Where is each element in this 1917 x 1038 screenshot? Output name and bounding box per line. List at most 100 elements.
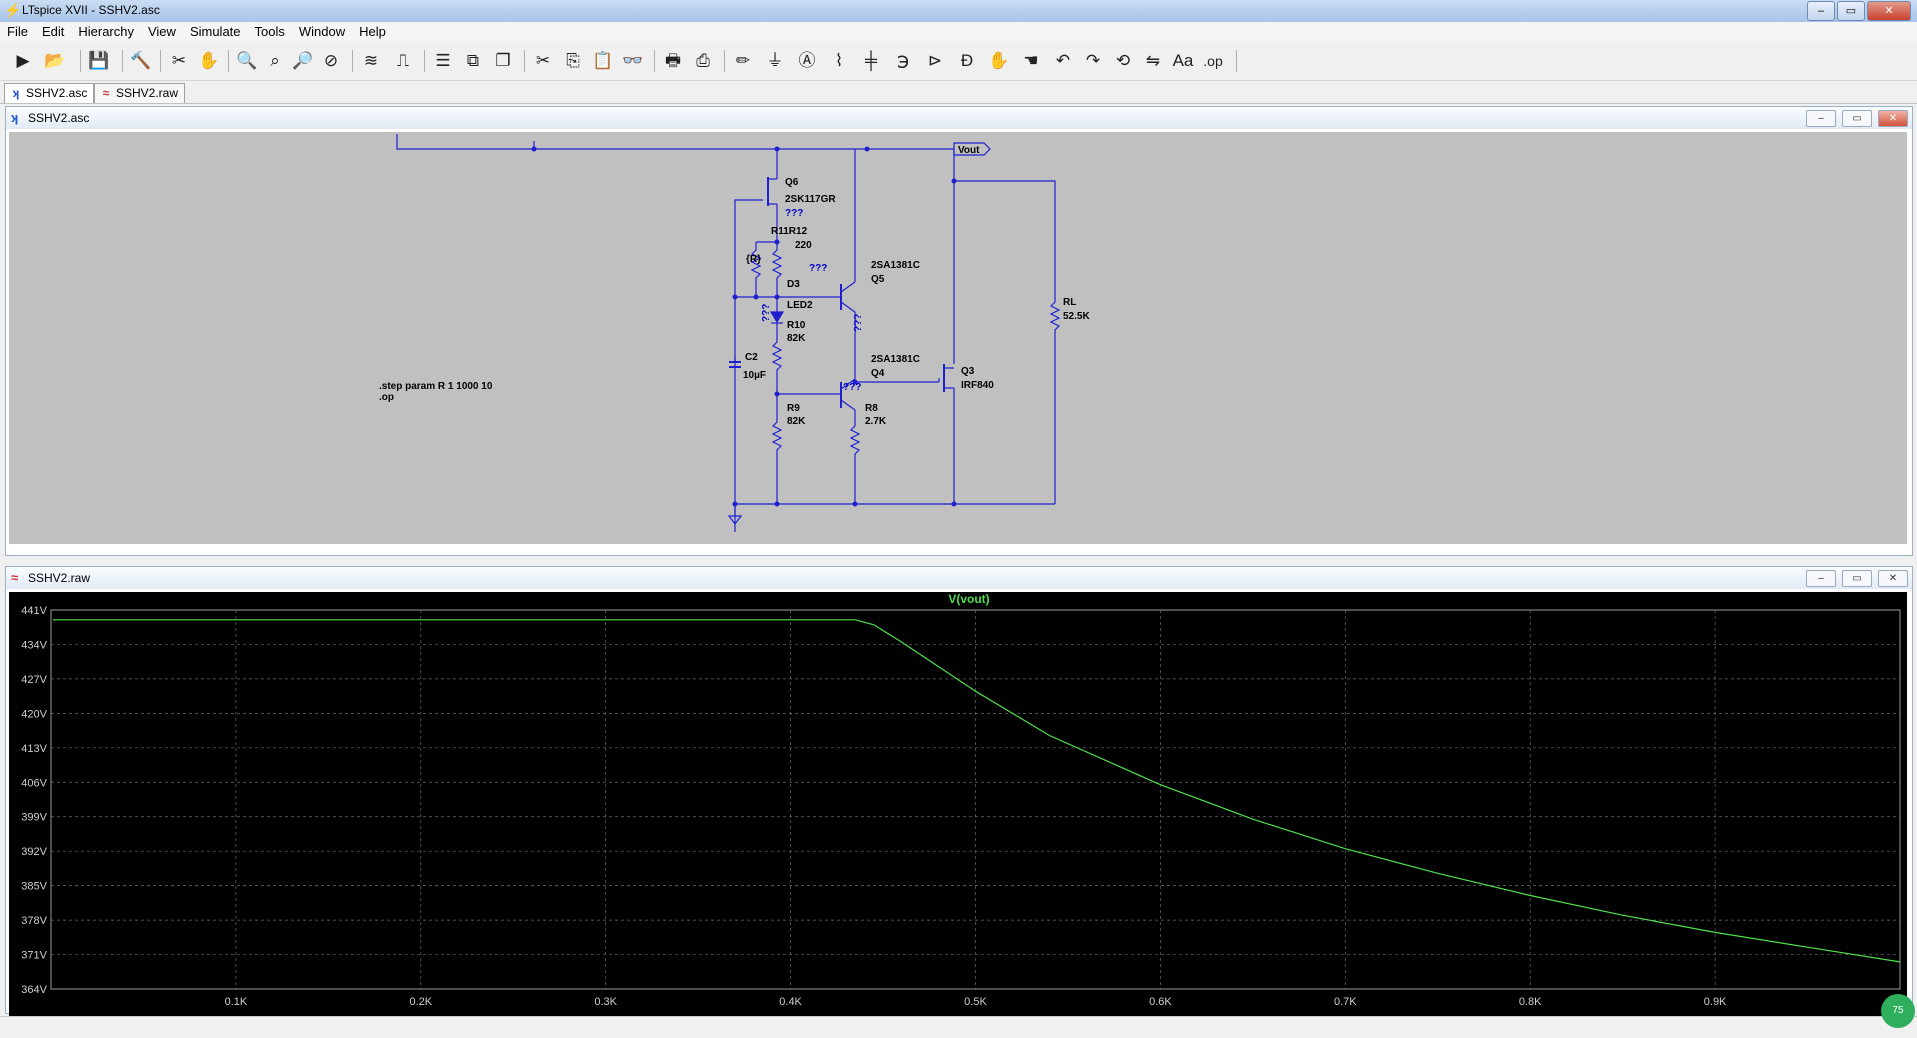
- menu-simulate[interactable]: Simulate: [183, 22, 248, 42]
- open-folder-icon[interactable]: 📂: [42, 49, 68, 73]
- find-binoculars-icon[interactable]: 👓: [620, 49, 646, 73]
- toolbar-separator: [228, 50, 229, 72]
- grid: [51, 610, 1900, 989]
- menu-edit[interactable]: Edit: [35, 22, 71, 42]
- schematic-close-button[interactable]: ✕: [1878, 110, 1908, 127]
- zoom-out-icon[interactable]: 🔎: [290, 49, 316, 73]
- y-tick-label: 427V: [21, 674, 47, 686]
- waveform-minimize-button[interactable]: –: [1806, 570, 1836, 587]
- r12-resistor: [771, 242, 783, 297]
- halt-icon[interactable]: ✂: [166, 49, 192, 73]
- label-net-icon[interactable]: Ⓐ: [794, 49, 820, 73]
- run-icon[interactable]: ▶: [10, 49, 36, 73]
- status-bar: [0, 1016, 1917, 1038]
- series: [52, 619, 1901, 963]
- schematic-restore-button[interactable]: ▭: [1842, 110, 1872, 127]
- schematic-minimize-button[interactable]: –: [1806, 110, 1836, 127]
- r11-resistor: [750, 242, 762, 297]
- waveform-tab-icon: ≈: [102, 86, 110, 100]
- mirror-icon[interactable]: ⇋: [1140, 49, 1166, 73]
- menu-file[interactable]: File: [0, 22, 35, 42]
- spice-directive-op[interactable]: .op: [379, 392, 394, 403]
- tile-horizontal-icon[interactable]: ☰: [430, 49, 456, 73]
- rotate-icon[interactable]: ⟲: [1110, 49, 1136, 73]
- resistor-icon[interactable]: ⌇: [826, 49, 852, 73]
- menu-view[interactable]: View: [141, 22, 183, 42]
- r11r12-name: R11R12: [771, 226, 808, 237]
- schematic-canvas[interactable]: Vout Q6 2SK117GR ??? R11R12 220 {R} ??? …: [9, 132, 1907, 544]
- component-icon[interactable]: Ð: [954, 49, 980, 73]
- y-tick-label: 399V: [21, 812, 47, 824]
- copy-icon[interactable]: ⎘: [560, 49, 586, 73]
- notification-badge[interactable]: 75: [1881, 994, 1915, 1028]
- zoom-fit-icon[interactable]: ⌕: [262, 49, 288, 73]
- x-tick-label: 0.4K: [779, 996, 802, 1008]
- close-button[interactable]: ✕: [1867, 1, 1911, 21]
- inductor-icon[interactable]: ℈: [890, 49, 916, 73]
- waveform-window-title-bar: ≈ SSHV2.raw – ▭ ✕: [6, 567, 1912, 589]
- menu-window[interactable]: Window: [292, 22, 352, 42]
- tab-waveform[interactable]: ≈ SSHV2.raw: [94, 83, 186, 103]
- menu-tools[interactable]: Tools: [248, 22, 292, 42]
- tab-schematic[interactable]: ʞ SSHV2.asc: [4, 83, 95, 103]
- undo-icon[interactable]: ↶: [1050, 49, 1076, 73]
- toolbar-separator: [352, 50, 353, 72]
- spice-directive-icon[interactable]: .op: [1200, 49, 1226, 73]
- minimize-button[interactable]: –: [1807, 1, 1835, 21]
- spice-directive-step[interactable]: .step param R 1 1000 10: [379, 381, 493, 392]
- window-controls: – ▭ ✕: [1807, 1, 1911, 21]
- capacitor-icon[interactable]: ╪: [858, 49, 884, 73]
- r10-resistor: [771, 337, 783, 394]
- diode-icon[interactable]: ⊳: [922, 49, 948, 73]
- q5-value: 2SA1381C: [871, 260, 920, 271]
- r10-name: R10: [787, 320, 806, 331]
- control-panel-icon[interactable]: 🔨: [128, 49, 154, 73]
- x-tick-label: 0.3K: [594, 996, 617, 1008]
- paste-icon[interactable]: 📋: [590, 49, 616, 73]
- schematic-tab-icon: ʞ: [12, 86, 20, 100]
- fft-icon[interactable]: ⎍: [390, 49, 416, 73]
- ground-icon[interactable]: ⏚: [762, 49, 788, 73]
- waveform-window-title: SSHV2.raw: [28, 571, 91, 585]
- tile-vertical-icon[interactable]: ⧉: [460, 49, 486, 73]
- cascade-icon[interactable]: ❐: [490, 49, 516, 73]
- autorange-icon[interactable]: ≋: [358, 49, 384, 73]
- menu-help[interactable]: Help: [352, 22, 393, 42]
- text-icon[interactable]: Aa: [1170, 49, 1196, 73]
- waveform-chart[interactable]: V(vout) 441V 434V 427V 420V 413V 406V 399V 392V…: [9, 592, 1907, 1010]
- print-preview-icon[interactable]: 🖶: [660, 49, 686, 73]
- x-tick-label: 0.2K: [409, 996, 432, 1008]
- zoom-cancel-icon[interactable]: ⊘: [318, 49, 344, 73]
- save-icon[interactable]: 💾: [86, 49, 112, 73]
- r10-unknown: ???: [761, 304, 772, 322]
- menu-hierarchy[interactable]: Hierarchy: [71, 22, 141, 42]
- r8-name: R8: [865, 403, 878, 414]
- zoom-in-icon[interactable]: 🔍: [234, 49, 260, 73]
- pan-hand-icon[interactable]: ✋: [196, 49, 222, 73]
- waveform-icon: ≈: [11, 570, 19, 585]
- drag-hand-icon[interactable]: ☚: [1018, 49, 1044, 73]
- y-tick-label: 392V: [21, 846, 47, 858]
- toolbar-separator: [724, 50, 725, 72]
- r8-value: 2.7K: [865, 416, 887, 427]
- redo-icon[interactable]: ↷: [1080, 49, 1106, 73]
- r9-resistor: [771, 394, 783, 504]
- waveform-plot-area[interactable]: V(vout) 441V 434V 427V 420V 413V 406V 399V 392V…: [9, 592, 1907, 1023]
- trace-label[interactable]: V(vout): [948, 592, 989, 606]
- move-hand-icon[interactable]: ✋: [986, 49, 1012, 73]
- document-tabs: ʞ SSHV2.asc ≈ SSHV2.raw: [0, 81, 1917, 104]
- r12-value: 220: [795, 240, 812, 251]
- draw-wire-icon[interactable]: ✏: [730, 49, 756, 73]
- q4-value: 2SA1381C: [871, 354, 920, 365]
- axes: 441V 434V 427V 420V 413V 406V 399V 392V 385V 378V…: [21, 605, 1901, 1008]
- y-tick-label: 364V: [21, 984, 47, 996]
- print-icon[interactable]: ⎙: [690, 49, 716, 73]
- waveform-close-button[interactable]: ✕: [1878, 570, 1908, 587]
- wire: [840, 399, 856, 411]
- waveform-restore-button[interactable]: ▭: [1842, 570, 1872, 587]
- window-title: LTspice XVII - SSHV2.asc: [22, 3, 160, 17]
- q3-value: IRF840: [961, 380, 994, 391]
- cut-icon[interactable]: ✂: [530, 49, 556, 73]
- maximize-button[interactable]: ▭: [1837, 1, 1865, 21]
- schematic-drawing[interactable]: Vout Q6 2SK117GR ??? R11R12 220 {R} ??? …: [9, 132, 1907, 544]
